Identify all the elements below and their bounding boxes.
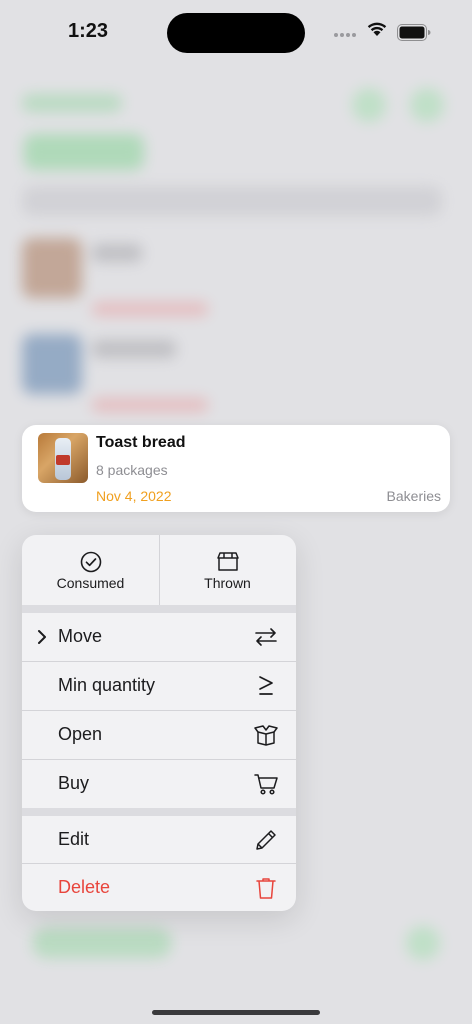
consumed-label: Consumed [56,575,125,591]
delete-label: Delete [58,877,111,897]
context-menu: Consumed Thrown Move Min quantity Open B… [22,535,296,911]
dynamic-island [167,13,305,53]
home-indicator[interactable] [152,1010,320,1015]
menu-item-delete[interactable]: Delete [22,864,296,911]
menu-item-buy[interactable]: Buy [22,760,296,808]
edit-label: Edit [58,829,90,849]
thrown-label: Thrown [204,575,251,591]
greater-than-or-equal-icon [259,676,273,695]
buy-label: Buy [58,773,90,793]
menu-item-min-quantity[interactable]: Min quantity [22,662,296,710]
menu-item-edit[interactable]: Edit [22,816,296,864]
product-preview-card: Toast bread 8 packages Nov 4, 2022 Baker… [22,425,450,512]
arrows-left-right-icon [255,628,277,646]
consumed-button[interactable]: Consumed [22,535,159,605]
product-title: Toast bread [96,434,186,451]
product-thumbnail [38,433,88,483]
product-quantity: 8 packages [96,462,168,478]
menu-item-open[interactable]: Open [22,711,296,759]
product-category: Bakeries [386,488,441,504]
open-box-icon [254,725,278,746]
wifi-icon [367,22,387,36]
pencil-icon [256,830,276,850]
product-expiry-date: Nov 4, 2022 [96,488,172,504]
open-label: Open [58,724,103,744]
quick-actions-row: Consumed Thrown [22,535,296,605]
thrown-button[interactable]: Thrown [159,535,296,605]
checkmark-circle-icon [80,551,102,573]
cart-icon [254,774,278,795]
status-time: 1:23 [68,20,109,42]
menu-item-move[interactable]: Move [22,613,296,661]
trash-icon [256,878,276,899]
section-separator [22,605,296,613]
move-label: Move [58,626,103,646]
battery-icon [397,24,431,41]
section-separator [22,808,296,816]
chevron-right-icon [38,630,46,644]
bread-label [56,455,70,465]
dumpster-icon [217,552,239,571]
min-quantity-label: Min quantity [58,675,156,695]
